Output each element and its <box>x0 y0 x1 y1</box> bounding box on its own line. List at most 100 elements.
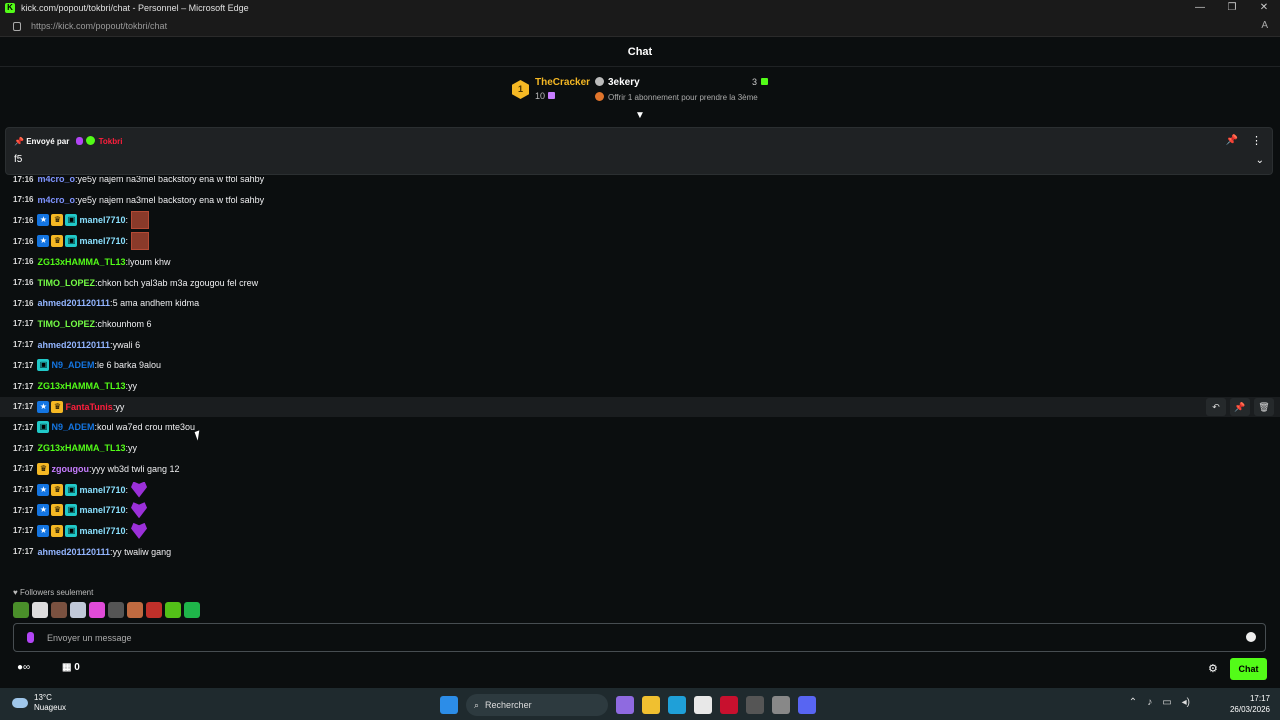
steam-icon[interactable] <box>746 696 764 714</box>
chat-message-row[interactable]: 17:17 ahmed201120111: ywali 6 <box>0 335 1280 355</box>
chat-message-row[interactable]: 17:16 m4cro_o: ye5y najem na3mel backstor… <box>0 176 1280 189</box>
sub-badge-icon[interactable]: ★ <box>37 235 50 248</box>
gift-badge-icon[interactable]: ▣ <box>65 235 78 248</box>
gift-badge-icon[interactable]: ▣ <box>37 359 50 372</box>
gift-badge-icon[interactable]: ▣ <box>65 483 78 496</box>
emote-9-icon[interactable] <box>165 602 181 618</box>
emote-6-icon[interactable] <box>108 602 124 618</box>
system-tray[interactable]: ⌃ ♪ ▭ ◂) <box>1129 697 1190 708</box>
network-icon[interactable]: ▭ <box>1162 697 1171 708</box>
crown-badge-icon[interactable]: ♛ <box>51 400 64 413</box>
expand-pinned-icon[interactable]: ⌄ <box>1256 155 1264 166</box>
chat-message-row[interactable]: 17:17 ★ ♛ ▣ manel7710: <box>0 500 1280 520</box>
message-username[interactable]: ZG13xHAMMA_TL13 <box>37 443 125 453</box>
sub-badge-icon[interactable]: ★ <box>37 504 50 517</box>
emote-2-icon[interactable] <box>32 602 48 618</box>
message-input-box[interactable] <box>13 623 1266 652</box>
emoji-picker-icon[interactable] <box>1246 632 1256 642</box>
crown-badge-icon[interactable]: ♛ <box>51 214 64 227</box>
gift-badge-icon[interactable]: ▣ <box>65 524 78 537</box>
chat-messages[interactable]: 17:16 m4cro_o: ye5y najem na3mel backstor… <box>0 176 1280 584</box>
chat-message-row[interactable]: 17:17 TIMO_LOPEZ: chkounhom 6 <box>0 314 1280 334</box>
emote-8-icon[interactable] <box>146 602 162 618</box>
send-chat-button[interactable]: Chat <box>1230 658 1267 680</box>
crown-badge-icon[interactable]: ♛ <box>37 462 50 475</box>
emote-10-icon[interactable] <box>184 602 200 618</box>
sub-badge-icon[interactable]: ★ <box>37 214 50 227</box>
crown-badge-icon[interactable]: ♛ <box>51 483 64 496</box>
restore-button[interactable]: ❐ <box>1216 0 1248 16</box>
points-store[interactable]: ▦ 0 <box>62 662 80 673</box>
pin-message-icon[interactable]: 📌 <box>1230 397 1250 416</box>
collapse-leaderboard-icon[interactable]: ▼ <box>634 111 646 121</box>
acrobat-icon[interactable] <box>720 696 738 714</box>
discord-icon[interactable] <box>798 696 816 714</box>
emote-3-icon[interactable] <box>51 602 67 618</box>
emote-7-icon[interactable] <box>127 602 143 618</box>
message-username[interactable]: manel7710 <box>79 505 125 515</box>
chat-message-row[interactable]: 17:16 ahmed201120111: 5 ama andhem kidma <box>0 293 1280 313</box>
chat-message-row[interactable]: 17:17 ★ ♛ FantaTunis: yy ↶ 📌 🗑 <box>0 396 1280 417</box>
reply-icon[interactable]: ↶ <box>1206 397 1226 416</box>
system-clock[interactable]: 17:17 26/03/2026 <box>1230 693 1270 715</box>
address-bar[interactable]: https://kick.com/popout/tokbri/chat A <box>0 16 1280 37</box>
delete-icon[interactable]: 🗑 <box>1254 397 1274 416</box>
crown-badge-icon[interactable]: ♛ <box>51 504 64 517</box>
message-username[interactable]: TIMO_LOPEZ <box>37 319 95 329</box>
message-username[interactable]: ZG13xHAMMA_TL13 <box>37 257 125 267</box>
crown-badge-icon[interactable]: ♛ <box>51 524 64 537</box>
settings-gear-icon[interactable]: ⚙ <box>1208 662 1218 675</box>
copilot-icon[interactable] <box>616 696 634 714</box>
chat-message-row[interactable]: 17:16 ★ ♛ ▣ manel7710: <box>0 210 1280 230</box>
gift-badge-icon[interactable]: ▣ <box>65 504 78 517</box>
read-aloud-icon[interactable]: A <box>1261 20 1268 31</box>
sub-badge-icon[interactable]: ★ <box>37 483 50 496</box>
second-gifter-name[interactable]: 3ekery <box>608 77 640 88</box>
settings-app-icon[interactable] <box>772 696 790 714</box>
message-username[interactable]: m4cro_o <box>37 176 75 184</box>
emote-5-icon[interactable] <box>89 602 105 618</box>
emote-4-icon[interactable] <box>70 602 86 618</box>
chat-message-row[interactable]: 17:17 ♛ zgougou: yyy wb3d twli gang 12 <box>0 459 1280 479</box>
chat-message-row[interactable]: 17:17 ★ ♛ ▣ manel7710: <box>0 480 1280 500</box>
message-username[interactable]: manel7710 <box>79 236 125 246</box>
gift-badge-icon[interactable]: ▣ <box>37 421 50 434</box>
message-username[interactable]: m4cro_o <box>37 195 75 205</box>
microphone-icon[interactable]: ♪ <box>1147 697 1152 708</box>
chat-message-row[interactable]: 17:16 ZG13xHAMMA_TL13: lyoum khw <box>0 252 1280 272</box>
message-username[interactable]: TIMO_LOPEZ <box>37 278 95 288</box>
sub-badge-icon[interactable]: ★ <box>37 400 50 413</box>
weather-widget[interactable]: 13°C Nuageux <box>12 693 66 713</box>
mic-icon[interactable] <box>27 632 34 643</box>
message-username[interactable]: ahmed201120111 <box>37 298 110 308</box>
unpin-icon[interactable]: 📌 <box>1226 135 1238 146</box>
chat-message-row[interactable]: 17:17 ▣ N9_ADEM: koul wa7ed crou mte3ou <box>0 417 1280 437</box>
store-app-icon[interactable] <box>694 696 712 714</box>
message-username[interactable]: manel7710 <box>79 526 125 536</box>
more-options-icon[interactable]: ⋮ <box>1251 134 1262 147</box>
message-username[interactable]: zgougou <box>51 464 89 474</box>
chat-message-row[interactable]: 17:16 TIMO_LOPEZ: chkon bch yal3ab m3a zg… <box>0 273 1280 293</box>
lock-icon[interactable] <box>13 21 21 31</box>
chat-message-row[interactable]: 17:17 ZG13xHAMMA_TL13: yy <box>0 438 1280 458</box>
emote-1-icon[interactable] <box>13 602 29 618</box>
chat-message-row[interactable]: 17:16 ★ ♛ ▣ manel7710: <box>0 231 1280 251</box>
chat-message-row[interactable]: 17:17 ZG13xHAMMA_TL13: yy <box>0 376 1280 396</box>
message-username[interactable]: ahmed201120111 <box>37 547 110 557</box>
file-explorer-icon[interactable] <box>642 696 660 714</box>
chat-message-row[interactable]: 17:17 ▣ N9_ADEM: le 6 barka 9alou <box>0 355 1280 375</box>
sub-badge-icon[interactable]: ★ <box>37 524 50 537</box>
taskbar-search[interactable]: ⌕ Rechercher <box>466 694 608 716</box>
minimize-button[interactable]: — <box>1184 0 1216 16</box>
crown-badge-icon[interactable]: ♛ <box>51 235 64 248</box>
message-username[interactable]: FantaTunis <box>65 402 112 412</box>
offer-sub-text[interactable]: Offrir 1 abonnement pour prendre la 3ème <box>595 92 758 102</box>
top-gifter-name[interactable]: TheCracker <box>535 77 590 88</box>
message-username[interactable]: manel7710 <box>79 215 125 225</box>
volume-icon[interactable]: ◂) <box>1182 697 1190 708</box>
windows-start-icon[interactable] <box>440 696 458 714</box>
channel-points-icon[interactable]: ●∞ <box>17 662 30 673</box>
chevron-up-icon[interactable]: ⌃ <box>1129 697 1137 708</box>
message-username[interactable]: manel7710 <box>79 485 125 495</box>
gift-badge-icon[interactable]: ▣ <box>65 214 78 227</box>
